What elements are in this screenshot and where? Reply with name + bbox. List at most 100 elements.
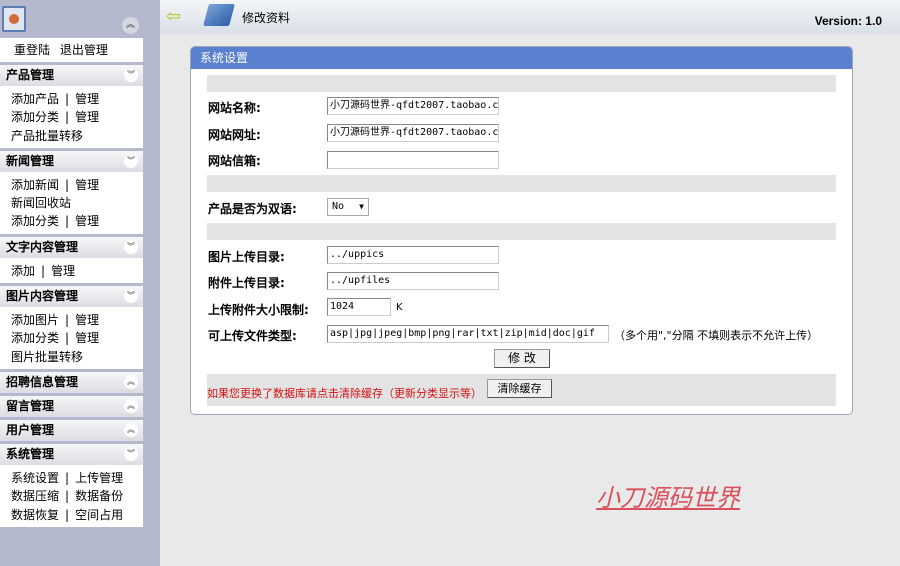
sidebar-section-items: 系统设置 | 上传管理数据压缩 | 数据备份数据恢复 | 空间占用 bbox=[0, 464, 143, 527]
size-limit-label: 上传附件大小限制: bbox=[208, 303, 309, 317]
section-title: 文字内容管理 bbox=[6, 239, 79, 254]
site-name-label: 网站名称: bbox=[208, 101, 261, 115]
sidebar-section-header[interactable]: 图片内容管理 ︾ bbox=[0, 286, 143, 308]
separator: | bbox=[65, 489, 70, 504]
file-dir-input[interactable]: ../upfiles bbox=[327, 272, 499, 290]
section-divider bbox=[207, 223, 836, 240]
separator: | bbox=[65, 507, 70, 522]
site-url-input[interactable]: 小刀源码世界-qfdt2007.taobao.com bbox=[327, 124, 499, 142]
img-dir-input[interactable]: ../uppics bbox=[327, 246, 499, 264]
sidebar-item-row: 添加分类 | 管理 bbox=[11, 108, 143, 126]
sidebar-link[interactable]: 新闻回收站 bbox=[11, 196, 71, 210]
file-types-hint: （多个用","分隔 不填则表示不允许上传） bbox=[614, 329, 819, 342]
sidebar-link[interactable]: 添加分类 bbox=[11, 331, 59, 345]
section-title: 招聘信息管理 bbox=[6, 374, 79, 389]
sidebar-item-row: 添加分类 | 管理 bbox=[11, 329, 143, 347]
section-divider bbox=[207, 75, 836, 92]
chevron-down-icon[interactable]: ︾ bbox=[124, 289, 138, 304]
sidebar-section-header[interactable]: 产品管理 ︾ bbox=[0, 65, 143, 86]
sidebar-section-header[interactable]: 新闻管理 ︾ bbox=[0, 150, 143, 172]
sidebar-link[interactable]: 数据备份 bbox=[75, 489, 123, 503]
bilingual-select[interactable]: No bbox=[327, 198, 369, 216]
sidebar-link[interactable]: 管理 bbox=[75, 110, 99, 124]
sidebar-section-header[interactable]: 文字内容管理 ︾ bbox=[0, 236, 143, 258]
logout-link[interactable]: 退出管理 bbox=[60, 43, 108, 57]
sidebar-item-row: 添加图片 | 管理 bbox=[11, 311, 143, 329]
sidebar-section-items: 添加新闻 | 管理 新闻回收站添加分类 | 管理 bbox=[0, 171, 143, 234]
sidebar-section-items: 添加产品 | 管理 添加分类 | 管理 产品批量转移 bbox=[0, 86, 143, 148]
chevron-down-icon[interactable]: ︾ bbox=[124, 239, 138, 254]
chevron-up-icon[interactable]: ︽ bbox=[124, 398, 138, 413]
sidebar-link[interactable]: 系统设置 bbox=[11, 471, 59, 485]
page-title: 修改资料 bbox=[242, 11, 291, 25]
sidebar-link[interactable]: 图片批量转移 bbox=[11, 350, 83, 364]
submit-button[interactable]: 修 改 bbox=[494, 349, 550, 368]
sidebar-top: ︽ bbox=[0, 0, 160, 38]
sidebar-sections: 产品管理 ︾ 添加产品 | 管理 添加分类 | 管理 产品批量转移 新闻管理 ︾ 添加新闻 | 管理 新闻回… bbox=[0, 65, 160, 527]
section-title: 新闻管理 bbox=[6, 153, 55, 168]
bilingual-label: 产品是否为双语: bbox=[208, 202, 297, 216]
sidebar-section-items: 添加 | 管理 bbox=[0, 257, 143, 284]
site-url-label: 网站网址: bbox=[208, 128, 261, 142]
watermark: 小刀源码世界 bbox=[596, 484, 740, 512]
version-label: Version: 1.0 bbox=[814, 14, 882, 28]
section-title: 产品管理 bbox=[6, 68, 55, 82]
sidebar-link[interactable]: 数据恢复 bbox=[11, 508, 59, 522]
chevron-down-icon[interactable]: ︾ bbox=[124, 446, 138, 461]
sidebar-section-header[interactable]: 用户管理 ︽ bbox=[0, 419, 143, 441]
size-limit-input[interactable]: 1024 bbox=[327, 298, 391, 316]
file-types-input[interactable]: asp|jpg|jpeg|bmp|png|rar|txt|zip|mid|doc… bbox=[327, 325, 609, 343]
separator: | bbox=[65, 214, 70, 229]
sidebar-link[interactable]: 添加产品 bbox=[11, 92, 59, 106]
clear-cache-button[interactable]: 清除缓存 bbox=[487, 379, 552, 398]
logo-icon bbox=[2, 6, 26, 32]
separator: | bbox=[65, 92, 70, 106]
file-dir-label: 附件上传目录: bbox=[208, 276, 285, 290]
sidebar-link[interactable]: 添加 bbox=[11, 264, 35, 278]
section-title: 留言管理 bbox=[6, 398, 55, 413]
sidebar-link[interactable]: 空间占用 bbox=[75, 508, 123, 522]
relogin-link[interactable]: 重登陆 bbox=[14, 43, 50, 57]
sidebar-link[interactable]: 上传管理 bbox=[75, 471, 123, 485]
site-name-input[interactable]: 小刀源码世界-qfdt2007.taobao.com bbox=[327, 97, 499, 115]
sidebar-item-row: 添加分类 | 管理 bbox=[11, 212, 143, 230]
separator: | bbox=[65, 177, 70, 192]
sidebar-item-row: 添加新闻 | 管理 bbox=[11, 176, 143, 194]
sidebar-link[interactable]: 管理 bbox=[75, 178, 99, 192]
site-email-label: 网站信箱: bbox=[208, 154, 261, 168]
sidebar-link[interactable]: 添加新闻 bbox=[11, 178, 59, 192]
back-arrow-icon[interactable]: ⇦ bbox=[166, 6, 181, 27]
sidebar-section-header[interactable]: 系统管理 ︾ bbox=[0, 443, 143, 465]
sidebar-section-header[interactable]: 招聘信息管理 ︽ bbox=[0, 371, 143, 393]
sidebar-item-row: 新闻回收站 bbox=[11, 194, 143, 212]
sidebar-link[interactable]: 添加分类 bbox=[11, 110, 59, 124]
sidebar-link[interactable]: 产品批量转移 bbox=[11, 129, 83, 143]
sidebar-link[interactable]: 数据压缩 bbox=[11, 489, 59, 503]
chevron-down-icon[interactable]: ︾ bbox=[124, 68, 138, 82]
sidebar-link[interactable]: 添加图片 bbox=[11, 313, 59, 327]
section-title: 图片内容管理 bbox=[6, 289, 79, 304]
sidebar-item-row: 系统设置 | 上传管理 bbox=[11, 469, 143, 487]
sidebar-link[interactable]: 管理 bbox=[75, 92, 99, 106]
separator: | bbox=[41, 263, 46, 278]
settings-panel: 系统设置 网站名称: 小刀源码世界-qfdt2007.taobao.com 网站… bbox=[190, 46, 853, 415]
size-unit: K bbox=[396, 302, 403, 313]
chevron-up-icon[interactable]: ︽ bbox=[124, 374, 138, 389]
sidebar-item-row: 数据压缩 | 数据备份 bbox=[11, 487, 143, 505]
sidebar-link[interactable]: 管理 bbox=[51, 264, 75, 278]
separator: | bbox=[65, 470, 70, 485]
chevron-down-icon[interactable]: ︾ bbox=[124, 153, 138, 168]
sidebar-link[interactable]: 添加分类 bbox=[11, 214, 59, 228]
separator: | bbox=[65, 331, 70, 346]
collapse-all-icon[interactable]: ︽ bbox=[122, 17, 139, 34]
sidebar-link[interactable]: 管理 bbox=[75, 313, 99, 327]
sidebar-link[interactable]: 管理 bbox=[75, 214, 99, 228]
login-row: 重登陆 退出管理 bbox=[0, 38, 143, 62]
sidebar: ︽ 重登陆 退出管理 产品管理 ︾ 添加产品 | 管理 添加分类 | 管理 产品批量转移 新闻管理… bbox=[0, 0, 160, 566]
sidebar-section-items: 添加图片 | 管理 添加分类 | 管理 图片批量转移 bbox=[0, 307, 143, 369]
top-bar: ⇦ 修改资料 Version: 1.0 bbox=[160, 0, 900, 34]
chevron-up-icon[interactable]: ︽ bbox=[124, 422, 138, 437]
sidebar-link[interactable]: 管理 bbox=[75, 331, 99, 345]
sidebar-section-header[interactable]: 留言管理 ︽ bbox=[0, 395, 143, 417]
site-email-input[interactable] bbox=[327, 151, 499, 169]
